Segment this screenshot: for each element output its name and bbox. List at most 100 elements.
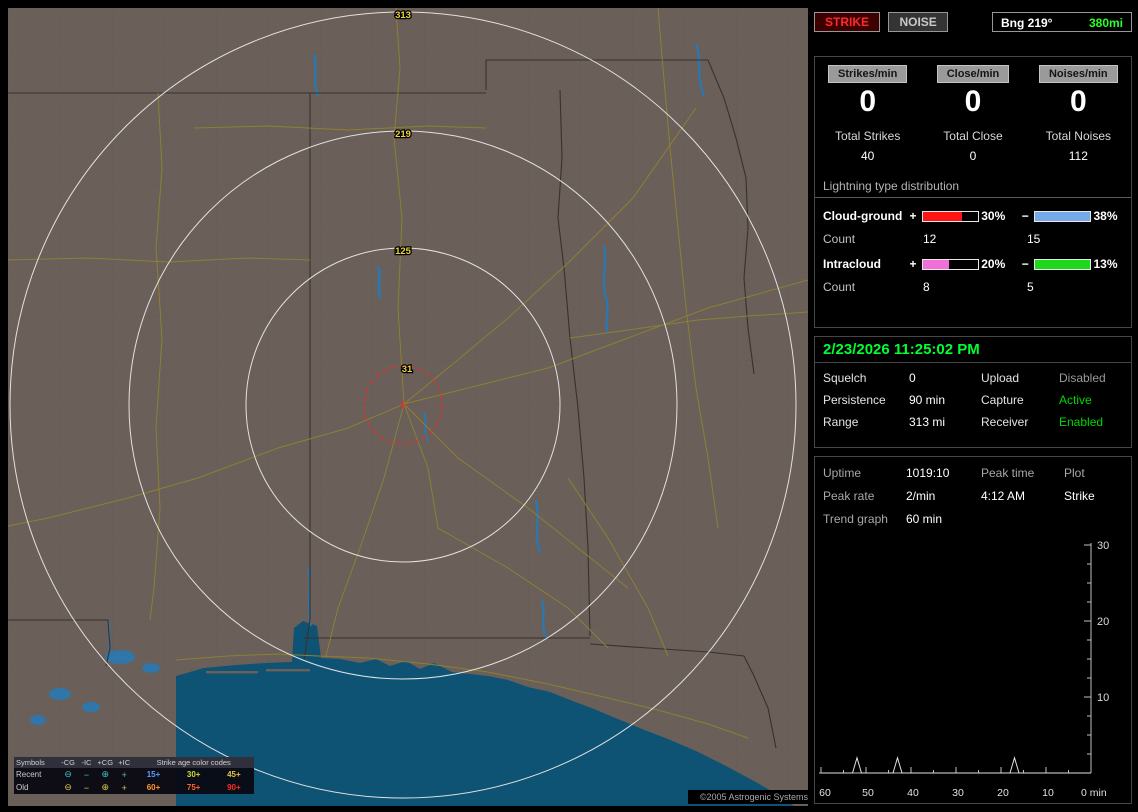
recent-ic-neg-icon: − [83, 769, 90, 780]
svg-text:10: 10 [1097, 692, 1109, 704]
total-noises-value: 112 [1068, 149, 1088, 163]
upload-label: Upload [981, 371, 1020, 385]
total-strikes-value: 40 [860, 149, 875, 163]
cg-minus-count: 15 [1027, 232, 1041, 246]
symbols-legend: Symbols -CG -IC +CG +IC Strike age color… [14, 757, 254, 794]
persistence-label: Persistence [823, 393, 886, 407]
datetime-display: 2/23/2026 11:25:02 PM [815, 337, 1131, 363]
xtick-60: 60 [819, 787, 831, 799]
total-noises-label: Total Noises [1045, 129, 1111, 143]
cg-minus-percent: 38% [1093, 209, 1118, 223]
trend-graph: 30 20 10 [819, 540, 1109, 774]
bearing-readout: Bng 219° 380mi [992, 12, 1132, 32]
legend-symbols-header: Symbols [14, 757, 59, 768]
cloud-ground-row: Cloud-ground + 30% − 38% [815, 208, 1131, 224]
plot-label: Plot [1064, 466, 1085, 480]
cg-minus-bar [1033, 210, 1092, 222]
total-strikes-label: Total Strikes [834, 129, 901, 143]
strike-mode-button[interactable]: STRIKE [814, 12, 881, 32]
intracloud-row: Intracloud + 20% − 13% [815, 256, 1131, 272]
ic-plus-percent: 20% [981, 257, 1006, 271]
receiver-label: Receiver [981, 415, 1029, 429]
close-per-min-value: 0 [964, 85, 982, 118]
ic-minus-percent: 13% [1093, 257, 1118, 271]
age-15: 15+ [146, 770, 161, 779]
xtick-30: 30 [952, 787, 964, 799]
age-30: 30+ [186, 770, 201, 779]
xtick-20: 20 [997, 787, 1009, 799]
total-close-label: Total Close [943, 129, 1003, 143]
cg-count-label: Count [823, 232, 856, 246]
top-toolbar: STRIKE NOISE Bng 219° 380mi [814, 12, 1132, 38]
trend-graph-value: 60 min [906, 512, 943, 526]
ring-label-313: 313 [395, 10, 411, 21]
strike-map[interactable]: 313 219 125 31 [7, 7, 809, 806]
xtick-40: 40 [907, 787, 919, 799]
legend-old-label: Old [16, 783, 29, 792]
status-section: 2/23/2026 11:25:02 PM Squelch 0 Upload D… [814, 336, 1132, 448]
cg-plus-percent: 30% [981, 209, 1006, 223]
legend-col-cg-pos: +CG [95, 757, 116, 768]
plus-sign: + [909, 257, 917, 271]
uptime-label: Uptime [823, 466, 862, 480]
map-canvas: 313 219 125 31 [7, 7, 809, 806]
squelch-label: Squelch [823, 371, 867, 385]
ic-count-label: Count [823, 280, 856, 294]
close-per-min-badge[interactable]: Close/min [936, 65, 1010, 83]
recent-cg-pos-icon: ⊕ [101, 769, 110, 779]
persistence-value: 90 min [909, 393, 946, 407]
cloud-ground-count-row: Count 12 15 [815, 232, 1131, 246]
legend-col-cg-neg: -CG [58, 757, 78, 768]
legend-recent-label: Recent [16, 770, 42, 779]
noise-mode-button[interactable]: NOISE [888, 12, 948, 32]
settings-row: Persistence 90 min Capture Active [815, 393, 1131, 407]
ic-plus-count: 8 [923, 280, 930, 294]
plot-value: Strike [1064, 489, 1095, 503]
legend-age-title: Strike age color codes [133, 757, 254, 768]
trend-x-axis-labels: 60 50 40 30 20 10 0 min [819, 787, 1131, 801]
stats-row-3: Trend graph 60 min [815, 512, 1131, 526]
svg-text:20: 20 [1097, 616, 1109, 628]
uptime-value: 1019:10 [906, 466, 950, 480]
peak-rate-label: Peak rate [823, 489, 875, 503]
age-75: 75+ [186, 783, 201, 792]
distribution-title: Lightning type distribution [823, 179, 960, 193]
copyright-text: ©2005 Astrogenic Systems [688, 790, 810, 804]
noises-per-min-badge[interactable]: Noises/min [1038, 65, 1118, 83]
total-close-value: 0 [969, 149, 977, 163]
recent-ic-pos-icon: + [121, 769, 127, 780]
range-label: Range [823, 415, 859, 429]
peak-time-label: Peak time [981, 466, 1035, 480]
ic-plus-bar [921, 258, 980, 270]
old-ic-pos-icon: + [121, 782, 127, 793]
intracloud-count-row: Count 8 5 [815, 280, 1131, 294]
peak-time-value: 4:12 AM [981, 489, 1026, 503]
settings-row: Squelch 0 Upload Disabled [815, 371, 1131, 385]
old-cg-pos-icon: ⊕ [101, 782, 110, 792]
old-cg-neg-icon: ⊖ [64, 782, 72, 792]
bearing-value: Bng 219° [1001, 16, 1053, 30]
ring-label-31: 31 [402, 364, 413, 375]
trend-graph-label: Trend graph [823, 512, 888, 526]
strikes-per-min-value: 0 [859, 85, 876, 118]
legend-col-ic-pos: +IC [115, 757, 134, 768]
age-60: 60+ [146, 783, 161, 792]
ring-label-219: 219 [395, 129, 411, 140]
capture-label: Capture [981, 393, 1024, 407]
settings-row: Range 313 mi Receiver Enabled [815, 415, 1131, 429]
age-90: 90+ [227, 783, 241, 792]
stats-row-2: Peak rate 2/min 4:12 AM Strike [815, 489, 1131, 503]
squelch-value: 0 [909, 371, 916, 385]
stats-section: Uptime 1019:10 Peak time Plot Peak rate … [814, 456, 1132, 804]
upload-status: Disabled [1059, 371, 1106, 385]
age-45: 45+ [227, 770, 241, 779]
stats-row-1: Uptime 1019:10 Peak time Plot [815, 466, 1131, 480]
capture-status: Active [1059, 393, 1092, 407]
plus-sign: + [909, 209, 917, 223]
legend-col-ic-neg: -IC [77, 757, 96, 768]
minus-sign: − [1021, 209, 1029, 223]
receiver-status: Enabled [1059, 415, 1104, 429]
counters-section: Strikes/min Close/min Noises/min 0 0 0 T… [814, 56, 1132, 328]
strikes-per-min-badge[interactable]: Strikes/min [828, 65, 908, 83]
minus-sign: − [1021, 257, 1029, 271]
